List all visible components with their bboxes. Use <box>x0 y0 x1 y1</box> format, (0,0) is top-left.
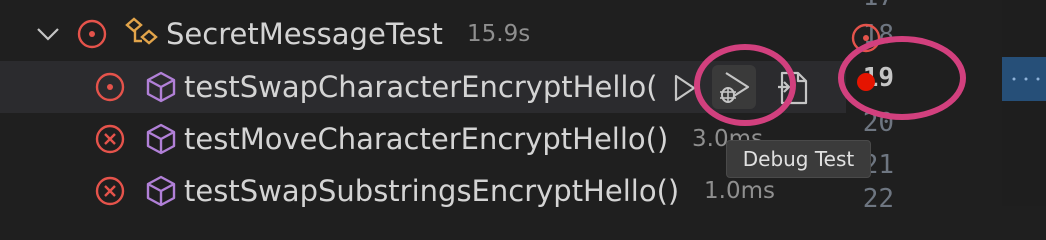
suite-duration: 15.9s <box>467 21 531 47</box>
suite-name: SecretMessageTest <box>166 17 443 51</box>
tooltip: Debug Test <box>726 140 871 178</box>
failed-icon <box>95 176 125 206</box>
test-name: testSwapSubstringsEncryptHello() <box>184 174 680 208</box>
line-number: 17 <box>834 0 894 12</box>
class-icon <box>125 17 158 45</box>
highlight-circle <box>694 44 796 126</box>
current-line-highlight <box>1002 57 1046 101</box>
failed-icon <box>95 124 125 154</box>
method-icon <box>146 71 176 103</box>
test-item-row[interactable]: testMoveCharacterEncryptHello() 3.0ms <box>0 113 846 165</box>
test-name: testMoveCharacterEncryptHello() <box>184 122 669 156</box>
status-circle-icon <box>77 19 107 49</box>
method-icon <box>146 123 176 155</box>
highlight-circle <box>838 36 966 120</box>
status-circle-icon <box>95 72 125 102</box>
ellipsis-icon <box>1012 77 1040 81</box>
test-item-row[interactable]: testSwapSubstringsEncryptHello() 1.0ms <box>0 165 846 217</box>
method-icon <box>146 175 176 207</box>
chevron-down-icon[interactable] <box>34 22 62 46</box>
line-number: 22 <box>862 184 894 214</box>
test-name: testSwapCharacterEncryptHello( <box>184 70 658 104</box>
editor-area[interactable] <box>1002 0 1046 206</box>
